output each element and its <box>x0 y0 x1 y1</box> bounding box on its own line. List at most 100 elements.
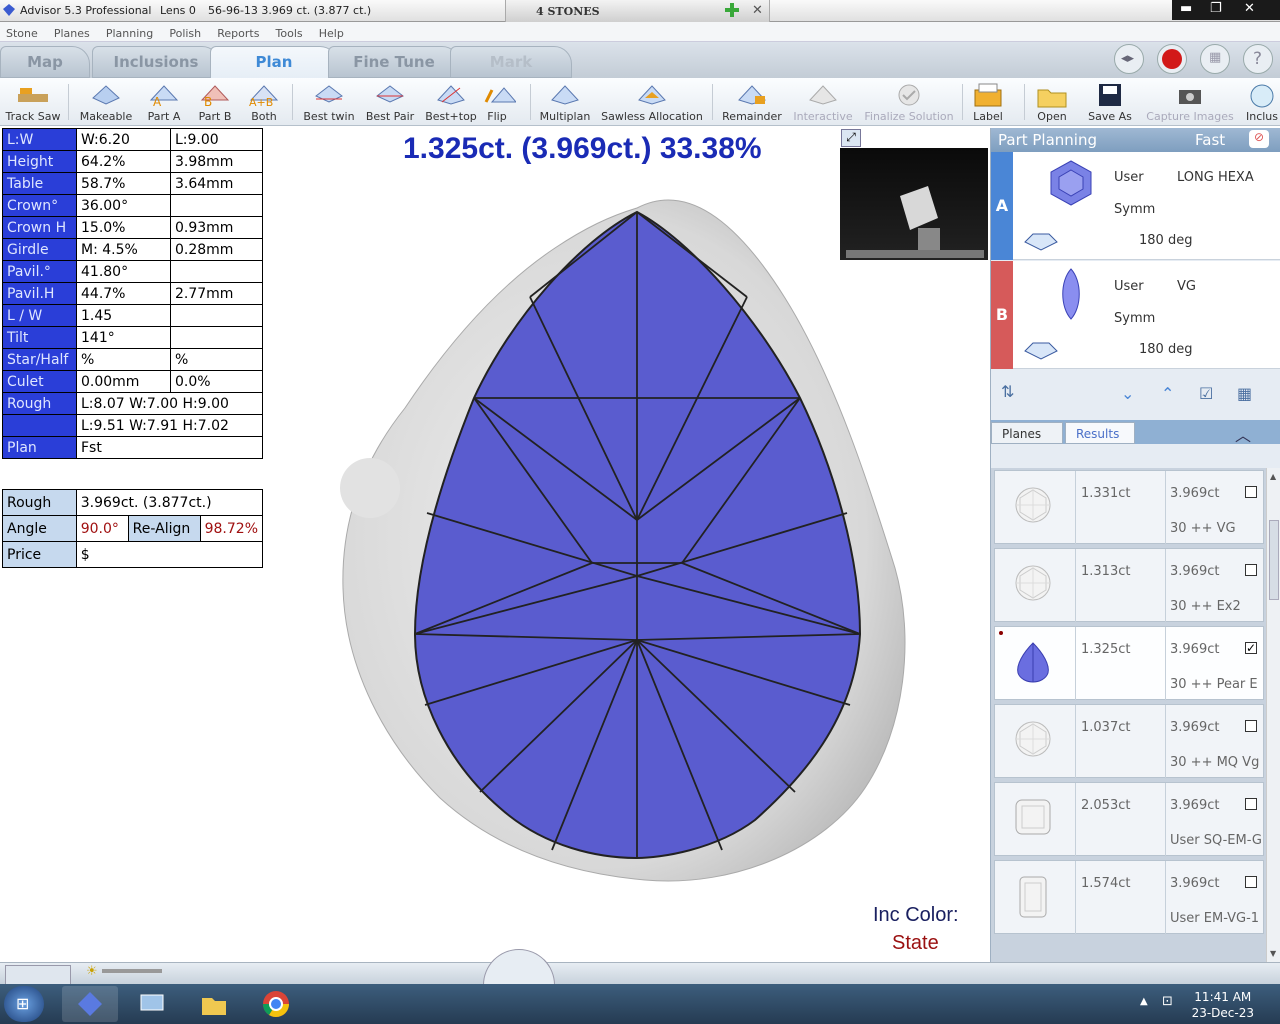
result-row[interactable]: 1.331ct 3.969ct 30 ++ VG <box>994 470 1264 545</box>
chevron-down-icon[interactable]: ⌄ <box>1121 384 1134 403</box>
menu-planning[interactable]: Planning <box>100 24 158 40</box>
result-checkbox[interactable] <box>1245 798 1257 810</box>
both-button[interactable]: A+B Both <box>242 80 286 124</box>
metric-value-percent[interactable]: 1.45 <box>76 304 171 327</box>
metric-value-mm[interactable]: L:9.00 <box>170 128 263 151</box>
taskbar-explorer[interactable] <box>186 986 242 1022</box>
result-row[interactable]: 1.574ct 3.969ct User EM-VG-1 <box>994 860 1264 935</box>
best-top-button[interactable]: Best+top <box>422 80 480 124</box>
metric-value-mm[interactable]: % <box>170 348 263 371</box>
part-b-row[interactable]: B User VG Symm 180 deg <box>991 261 1280 369</box>
result-row[interactable]: 1.037ct 3.969ct 30 ++ MQ Vg <box>994 704 1264 779</box>
network-icon[interactable]: ⊡ <box>1162 994 1173 1009</box>
planning-mode[interactable]: Fast <box>1195 131 1225 149</box>
inc-color-value[interactable]: State <box>892 932 939 955</box>
menu-tools[interactable]: Tools <box>270 24 308 40</box>
save-as-button[interactable]: Save As <box>1086 80 1134 124</box>
metric-value-mm[interactable]: 0.28mm <box>170 238 263 261</box>
metric-value-percent[interactable]: 41.80° <box>76 260 171 283</box>
metric-value-mm[interactable]: 0.93mm <box>170 216 263 239</box>
part-a-row[interactable]: A User LONG HEXA Symm 180 deg <box>991 152 1280 260</box>
menu-stone[interactable]: Stone <box>0 24 43 40</box>
realign-button[interactable]: Re-Align <box>127 515 201 542</box>
metric-value-percent[interactable]: 64.2% <box>76 150 171 173</box>
part-b-button[interactable]: B Part B <box>192 80 238 124</box>
remainder-button[interactable]: Remainder <box>720 80 784 124</box>
multiplan-button[interactable]: Multiplan <box>538 80 592 124</box>
view-mode-button[interactable] <box>5 965 71 985</box>
brightness-slider[interactable] <box>102 969 162 973</box>
metric-value[interactable]: L:9.51 W:7.91 H:7.02 <box>76 414 263 437</box>
taskbar-advisor[interactable] <box>62 986 118 1022</box>
track-saw-button[interactable]: Track Saw <box>2 80 64 124</box>
expand-camera-icon[interactable]: ⤢ <box>841 129 861 147</box>
metric-value-mm[interactable]: 3.64mm <box>170 172 263 195</box>
chevron-up-icon[interactable]: ⌃ <box>1161 384 1174 403</box>
stones-tab[interactable]: 4 STONES ✕ <box>505 0 770 22</box>
checklist-icon[interactable]: ☑ <box>1199 384 1213 403</box>
minimize-icon[interactable]: ▬ <box>1180 1 1192 16</box>
close-tab-icon[interactable]: ✕ <box>752 3 763 18</box>
metric-value-percent[interactable]: 141° <box>76 326 171 349</box>
view-buttons-right[interactable] <box>560 965 830 985</box>
camera-preview[interactable]: ⤢ <box>839 128 989 278</box>
start-button[interactable]: ⊞ <box>4 986 44 1022</box>
inclusions-button[interactable]: Inclus <box>1244 80 1280 124</box>
metric-value-mm[interactable] <box>170 260 263 283</box>
plus-icon[interactable] <box>724 2 740 22</box>
menu-planes[interactable]: Planes <box>48 24 95 40</box>
metric-value-percent[interactable]: 15.0% <box>76 216 171 239</box>
settings-grid-icon[interactable]: ▦ <box>1200 44 1230 74</box>
metric-value-mm[interactable] <box>170 326 263 349</box>
result-row[interactable]: 1.313ct 3.969ct 30 ++ Ex2 <box>994 548 1264 623</box>
metric-value[interactable]: L:8.07 W:7.00 H:9.00 <box>76 392 263 415</box>
system-clock[interactable]: 11:41 AM 23-Dec-23 <box>1192 989 1254 1021</box>
metric-value-percent[interactable]: M: 4.5% <box>76 238 171 261</box>
part-a-button[interactable]: A Part A <box>140 80 188 124</box>
metric-value-percent[interactable]: 44.7% <box>76 282 171 305</box>
finalize-solution-button[interactable]: Finalize Solution <box>860 80 958 124</box>
nav-arrows-icon[interactable]: ◂▸ <box>1114 44 1144 74</box>
result-checkbox[interactable] <box>1245 876 1257 888</box>
grid-view-icon[interactable]: ▦ <box>1237 384 1252 403</box>
label-button[interactable]: Label <box>968 80 1008 124</box>
view-buttons-center[interactable] <box>310 965 450 985</box>
results-scrollbar[interactable]: ▲ ▼ <box>1266 468 1280 962</box>
menu-polish[interactable]: Polish <box>163 24 206 40</box>
close-icon[interactable]: ✕ <box>1244 1 1255 16</box>
metric-value-mm[interactable] <box>170 194 263 217</box>
flip-button[interactable]: Flip <box>482 80 516 124</box>
tab-map[interactable]: Map <box>0 46 90 78</box>
metric-value-percent[interactable]: W:6.20 <box>76 128 171 151</box>
result-row[interactable]: 1.325ct 3.969ct 30 ++ Pear E ✓ <box>994 626 1264 701</box>
restore-icon[interactable]: ❐ <box>1210 1 1222 16</box>
metric-value-percent[interactable]: % <box>76 348 171 371</box>
makeable-button[interactable]: Makeable <box>74 80 138 124</box>
result-checkbox[interactable] <box>1245 486 1257 498</box>
tab-fine-tune[interactable]: Fine Tune <box>328 46 460 78</box>
metric-value-mm[interactable]: 2.77mm <box>170 282 263 305</box>
menu-help[interactable]: Help <box>313 24 349 40</box>
metric-value[interactable]: Fst <box>76 436 263 459</box>
collapse-icon[interactable]: ︿ <box>1235 422 1251 446</box>
tab-mark[interactable]: Mark <box>450 46 572 78</box>
tab-inclusions[interactable]: Inclusions <box>92 46 220 78</box>
taskbar-remote[interactable] <box>124 986 180 1022</box>
mode-toggle-icon[interactable]: ⊘ <box>1249 130 1269 148</box>
angle-value[interactable]: 90.0° <box>75 515 129 542</box>
best-pair-button[interactable]: Best Pair <box>362 80 418 124</box>
result-checkbox[interactable] <box>1245 720 1257 732</box>
result-row[interactable]: 2.053ct 3.969ct User SQ-EM-G <box>994 782 1264 857</box>
taskbar-chrome[interactable] <box>248 986 304 1022</box>
metric-value-mm[interactable] <box>170 304 263 327</box>
metric-value-mm[interactable]: 0.0% <box>170 370 263 393</box>
metric-value-mm[interactable]: 3.98mm <box>170 150 263 173</box>
interactive-button[interactable]: Interactive <box>790 80 856 124</box>
best-twin-button[interactable]: Best twin <box>300 80 358 124</box>
record-button[interactable] <box>1157 44 1187 74</box>
sort-az-icon[interactable]: ⇅ <box>1001 382 1014 401</box>
open-button[interactable]: Open <box>1030 80 1074 124</box>
tab-planes[interactable]: Planes <box>991 422 1063 444</box>
price-value[interactable]: $ <box>75 541 264 568</box>
menu-reports[interactable]: Reports <box>211 24 264 40</box>
